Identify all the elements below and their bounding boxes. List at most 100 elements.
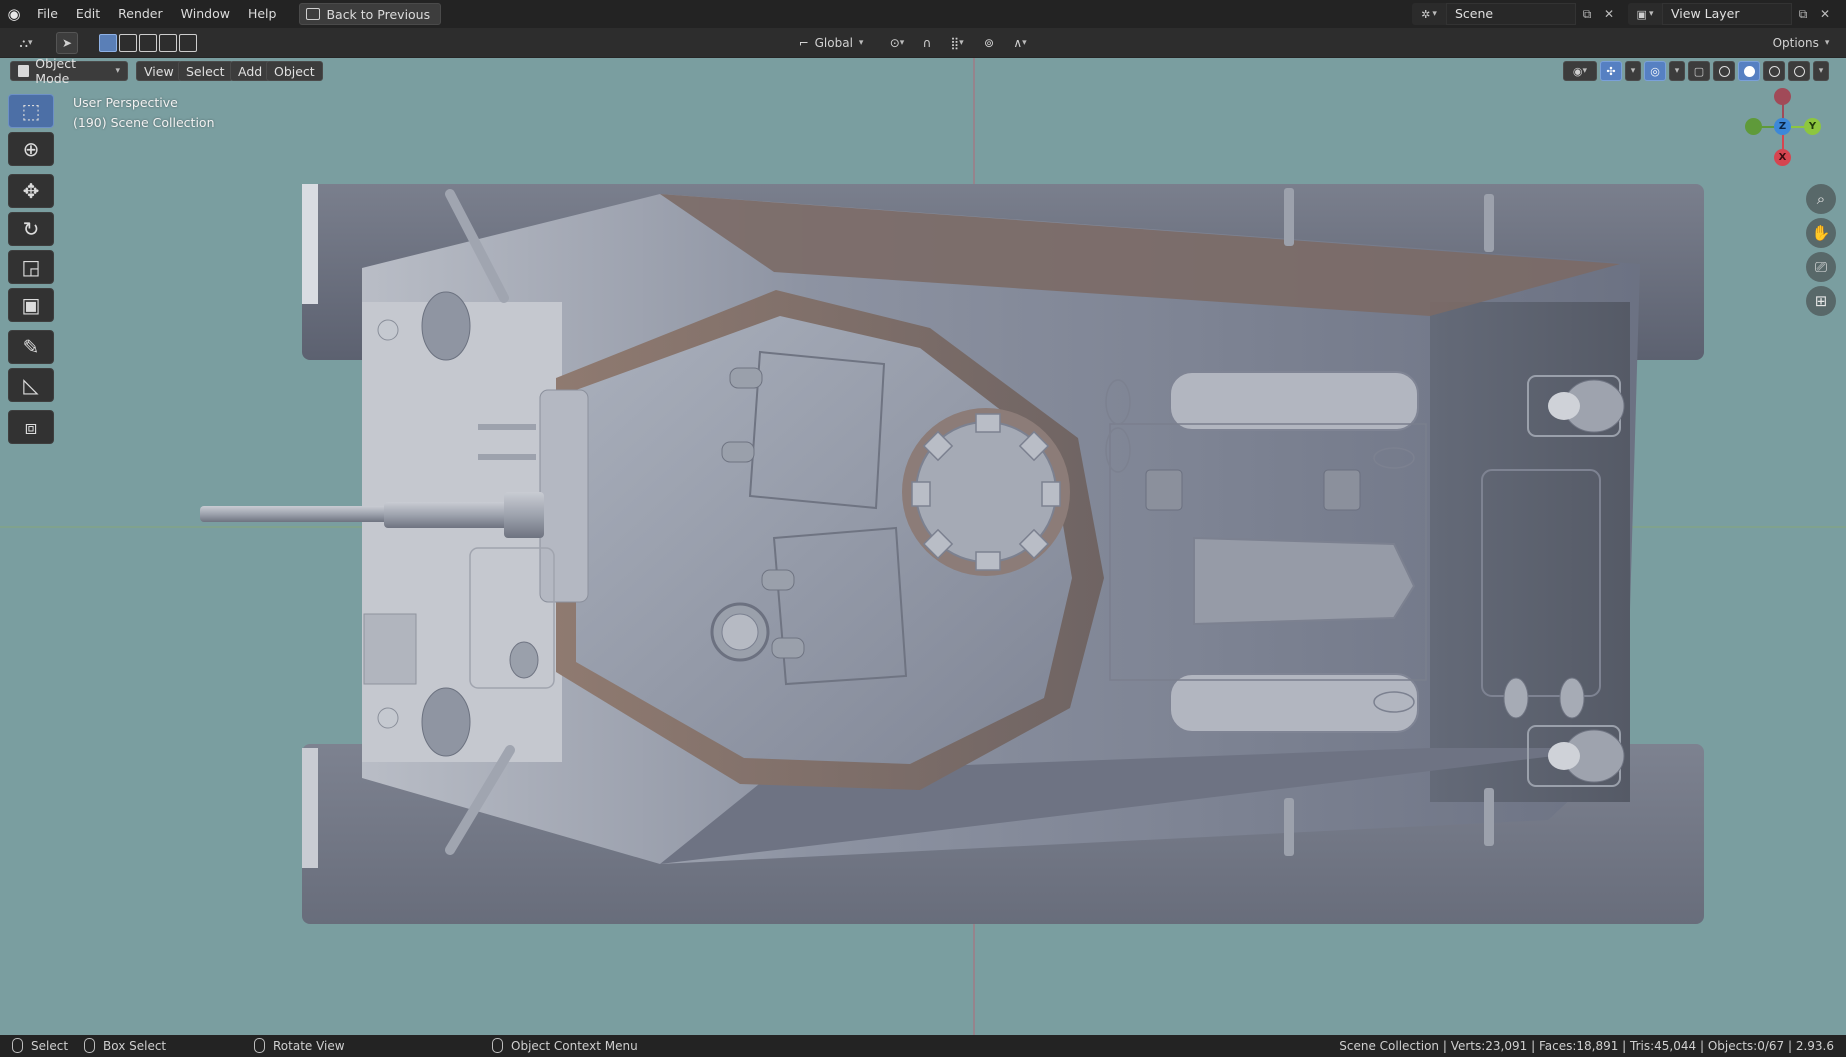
- view-layer-type-dropdown[interactable]: ▣ ▾: [1628, 3, 1662, 25]
- scene-name-field[interactable]: Scene: [1446, 3, 1576, 25]
- view-layer-selector: ▣ ▾ View Layer ⧉ ✕: [1628, 3, 1836, 25]
- mouse-middle-icon: [254, 1038, 265, 1053]
- tool-annotate[interactable]: ✎: [8, 330, 54, 364]
- proportional-editing-toggle[interactable]: ⊚: [980, 32, 998, 54]
- proportional-falloff-dropdown[interactable]: ∧ ▾: [1004, 32, 1036, 54]
- status-box-select-label: Box Select: [103, 1038, 167, 1053]
- tool-scale[interactable]: ◲: [8, 250, 54, 284]
- scene-type-dropdown[interactable]: ✲ ▾: [1412, 3, 1446, 25]
- pivot-icon: ⊙: [889, 36, 900, 50]
- pan-hand-icon[interactable]: ✋: [1806, 218, 1836, 248]
- scene-selector: ✲ ▾ Scene ⧉ ✕: [1412, 3, 1620, 25]
- gun-barrel-thick: [384, 502, 508, 528]
- orientation-icon: ⌐: [798, 36, 809, 50]
- proportional-editing-icon: ⊚: [983, 36, 995, 50]
- selection-mode-group: [96, 32, 200, 54]
- options-dropdown[interactable]: Options ▾: [1766, 32, 1836, 54]
- gizmo-y-ball[interactable]: Y: [1804, 118, 1821, 135]
- status-rotate-view-label: Rotate View: [273, 1038, 345, 1053]
- rendered-shading[interactable]: [1788, 61, 1810, 81]
- select-menu[interactable]: Select: [178, 61, 233, 81]
- visibility-dropdown[interactable]: ◉ ▾: [1563, 61, 1597, 81]
- wireframe-shading[interactable]: [1713, 61, 1735, 81]
- status-bar: Select Box Select Rotate View Object Con…: [0, 1035, 1846, 1057]
- delete-scene-icon[interactable]: ✕: [1598, 3, 1620, 25]
- tool-add-cube[interactable]: ⧈: [8, 410, 54, 444]
- object-mode-dropdown[interactable]: Object Mode ▾: [10, 58, 128, 86]
- gun-barrel: [200, 506, 390, 522]
- menu-render[interactable]: Render: [109, 3, 172, 25]
- 3d-viewport[interactable]: Object Mode ▾ View Select Add Object ◉ ▾ …: [0, 58, 1846, 1035]
- new-view-layer-icon[interactable]: ⧉: [1792, 3, 1814, 25]
- status-rotate-view: Rotate View: [254, 1038, 345, 1053]
- options-label: Options: [1772, 36, 1819, 50]
- scene-canvas[interactable]: [0, 58, 1846, 1035]
- engine-vent-top: [1169, 371, 1419, 431]
- grid-snap-icon: ⣿: [950, 36, 960, 50]
- back-to-previous-label: Back to Previous: [326, 6, 431, 22]
- pivot-point-dropdown[interactable]: ⊙ ▾: [882, 32, 912, 54]
- add-menu[interactable]: Add: [230, 61, 271, 81]
- active-tool-button[interactable]: ➤: [56, 32, 78, 54]
- back-to-previous-button[interactable]: Back to Previous: [299, 3, 442, 25]
- scale-icon: ◲: [21, 255, 41, 279]
- menu-window[interactable]: Window: [172, 3, 239, 25]
- chevron-down-icon: ▾: [1674, 66, 1680, 76]
- shading-dropdown[interactable]: ▾: [1813, 61, 1829, 81]
- select-invert-icon[interactable]: [159, 34, 177, 52]
- editor-type-dropdown[interactable]: ⛬ ▾: [8, 32, 44, 54]
- menu-file[interactable]: File: [28, 3, 67, 25]
- select-new-icon[interactable]: [99, 34, 117, 52]
- snap-toggle[interactable]: ∩: [918, 32, 936, 54]
- delete-view-layer-icon[interactable]: ✕: [1814, 3, 1836, 25]
- select-subtract-icon[interactable]: [139, 34, 157, 52]
- track-bracket-1: [1284, 188, 1294, 246]
- blender-logo-icon[interactable]: ◉: [0, 0, 28, 28]
- gizmo-x-ball[interactable]: X: [1774, 149, 1791, 166]
- engine-vent-bottom: [1169, 673, 1419, 733]
- wireframe-icon: [1718, 65, 1730, 77]
- tool-measure[interactable]: ◺: [8, 368, 54, 402]
- snap-target-dropdown[interactable]: ⣿ ▾: [940, 32, 974, 54]
- select-intersect-icon[interactable]: [179, 34, 197, 52]
- object-menu[interactable]: Object: [266, 61, 323, 81]
- material-preview-icon: [1768, 65, 1780, 77]
- view-layer-name-field[interactable]: View Layer: [1662, 3, 1792, 25]
- hatch-hinge-4: [771, 637, 805, 659]
- tool-move[interactable]: ✥: [8, 174, 54, 208]
- gizmo-neg-y-ball[interactable]: [1745, 118, 1762, 135]
- headlight-left: [421, 291, 471, 361]
- view-menu[interactable]: View: [136, 61, 182, 81]
- status-select-label: Select: [31, 1038, 69, 1053]
- editor-type-icon: ⛬: [19, 35, 28, 50]
- select-extend-icon[interactable]: [119, 34, 137, 52]
- camera-view-icon[interactable]: ⎚: [1806, 252, 1836, 282]
- chevron-down-icon: ▾: [1824, 38, 1830, 48]
- antenna-stub-1: [478, 424, 536, 430]
- menu-edit[interactable]: Edit: [67, 3, 109, 25]
- gizmo-z-ball[interactable]: Z: [1774, 118, 1791, 135]
- chevron-down-icon: ▾: [115, 66, 120, 76]
- viewport-header: Object Mode ▾ View Select Add Object ◉ ▾ …: [0, 58, 1846, 86]
- tool-rotate[interactable]: ↻: [8, 212, 54, 246]
- overlays-toggle[interactable]: ◎: [1644, 61, 1666, 81]
- perspective-toggle-icon[interactable]: ⊞: [1806, 286, 1836, 316]
- material-shading[interactable]: [1763, 61, 1785, 81]
- navigation-gizmo[interactable]: X Y Z: [1738, 82, 1828, 172]
- tool-select-box[interactable]: ⬚: [8, 94, 54, 128]
- headlight-right: [421, 687, 471, 757]
- gizmo-neg-x-ball[interactable]: [1774, 88, 1791, 105]
- new-scene-icon[interactable]: ⧉: [1576, 3, 1598, 25]
- overlays-icon: ◎: [1650, 64, 1660, 78]
- tool-cursor[interactable]: ⊕: [8, 132, 54, 166]
- tool-transform[interactable]: ▣: [8, 288, 54, 322]
- zoom-icon[interactable]: ⌕: [1806, 184, 1836, 214]
- xray-toggle[interactable]: ▢: [1688, 61, 1710, 81]
- menu-help[interactable]: Help: [239, 3, 286, 25]
- gizmo-dropdown[interactable]: ▾: [1625, 61, 1641, 81]
- overlays-dropdown[interactable]: ▾: [1669, 61, 1685, 81]
- scene-statistics: Scene Collection | Verts:23,091 | Faces:…: [1339, 1039, 1834, 1053]
- gizmo-toggle[interactable]: ✣: [1600, 61, 1622, 81]
- solid-shading[interactable]: [1738, 61, 1760, 81]
- transform-orientation-dropdown[interactable]: ⌐ Global ▾: [788, 32, 874, 54]
